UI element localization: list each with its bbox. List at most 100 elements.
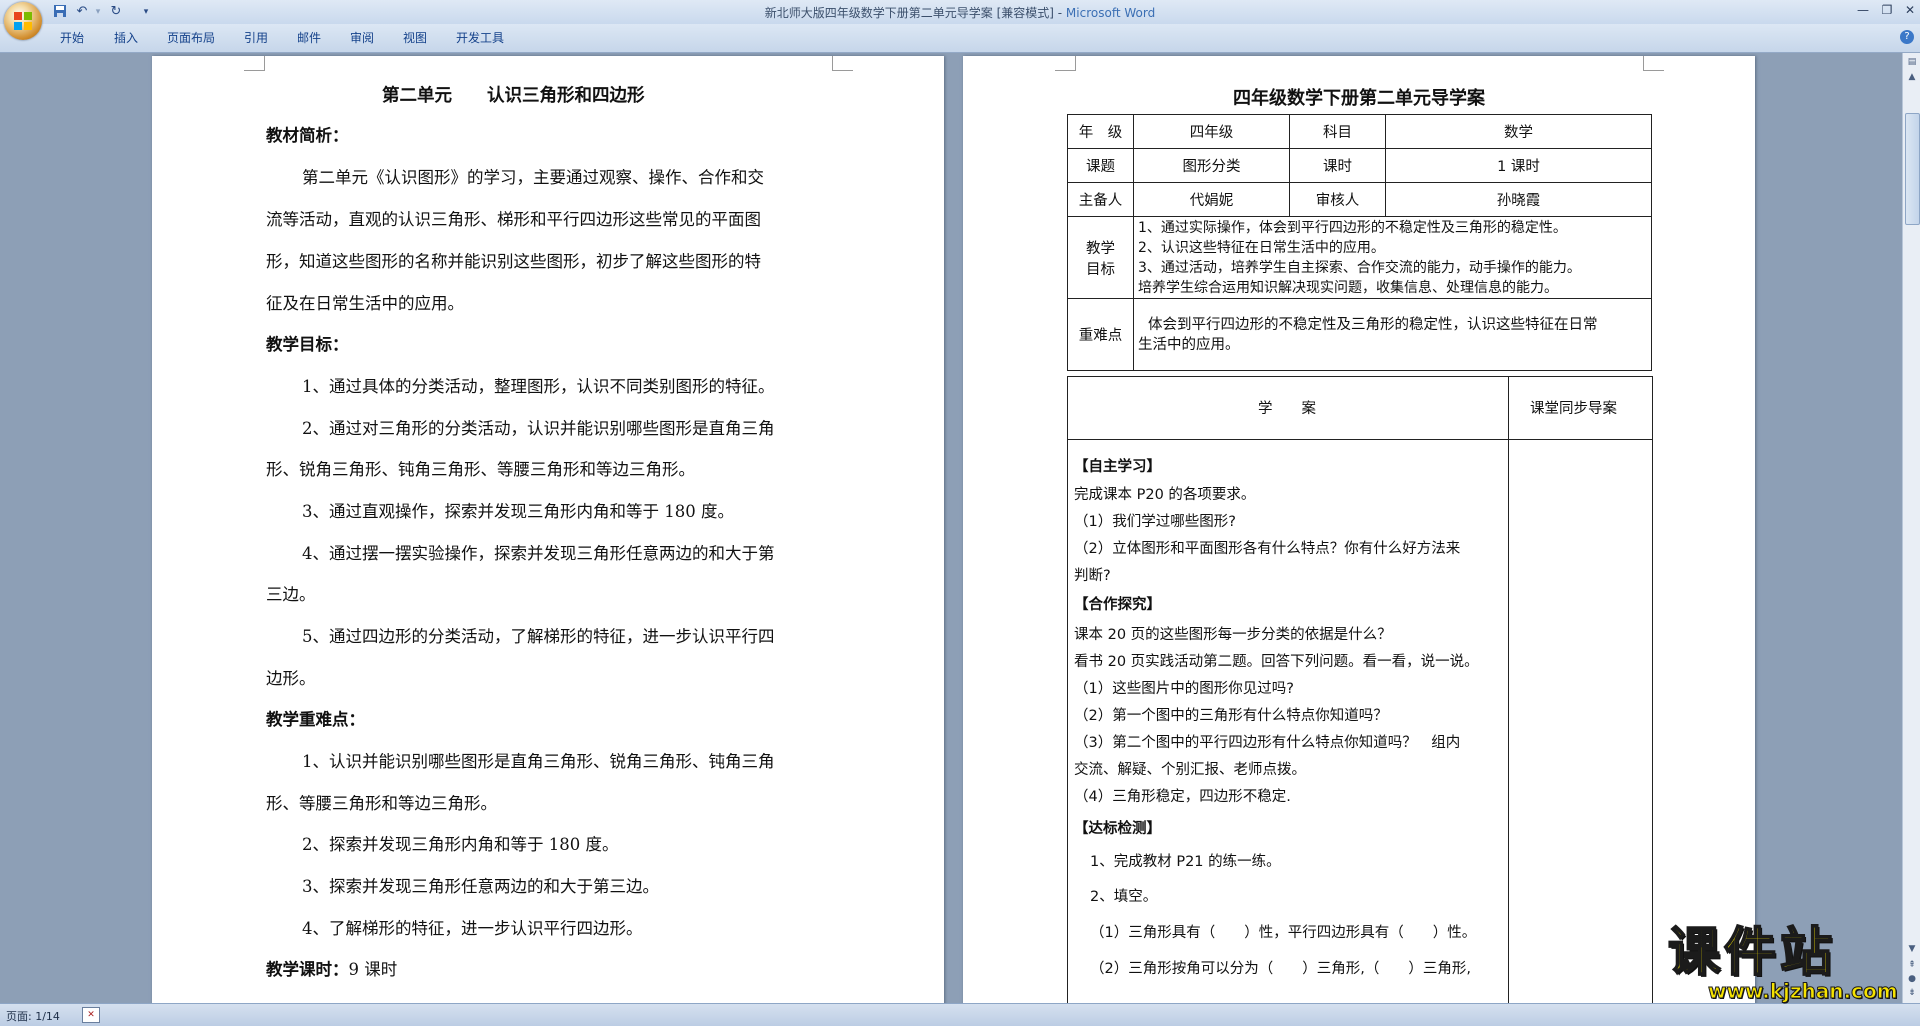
- section-heading: 教学课时：: [266, 960, 349, 979]
- goal-line: 三边。: [266, 585, 316, 604]
- close-button[interactable]: ✕: [1899, 2, 1920, 18]
- guide-table: 学 案 课堂同步导案 【自主学习】 完成课本 P20 的各项要求。 （1）我们学…: [1067, 376, 1653, 1003]
- office-logo-icon: [14, 12, 32, 30]
- guide-line: （1）这些图片中的图形你见过吗?: [1074, 681, 1294, 697]
- goals-label: 目标: [1086, 261, 1115, 278]
- table-row: 主备人 代娟妮 审核人 孙晓霞: [1067, 182, 1652, 217]
- goals-cell: 1、通过实际操作，体会到平行四边形的不稳定性及三角形的稳定性。 2、认识这些特征…: [1133, 216, 1652, 299]
- tab-insert[interactable]: 插入: [114, 29, 138, 46]
- office-button[interactable]: [4, 2, 42, 40]
- table-row: 课题 图形分类 课时 1 课时: [1067, 148, 1652, 183]
- hours-line: 教学课时：9 课时: [266, 956, 397, 980]
- guide-line: （3）第二个图中的平行四边形有什么特点你知道吗？ 组内: [1074, 735, 1461, 751]
- tab-mailings[interactable]: 邮件: [297, 29, 321, 46]
- guide-line: （2）第一个图中的三角形有什么特点你知道吗？: [1074, 708, 1388, 724]
- app-name: Microsoft Word: [1065, 6, 1156, 20]
- section-heading: 【达标检测】: [1074, 821, 1161, 837]
- table-cell: 图形分类: [1133, 148, 1290, 183]
- paragraph-line: 形，知道这些图形的名称并能识别这些图形，初步了解这些图形的特: [266, 252, 761, 271]
- goal-item: 2、认识这些特征在日常生活中的应用。: [1138, 239, 1385, 256]
- key-points-cell: 体会到平行四边形的不稳定性及三角形的稳定性，认识这些特征在日常 生活中的应用。: [1133, 298, 1652, 371]
- key-text: 体会到平行四边形的不稳定性及三角形的稳定性，认识这些特征在日常: [1148, 316, 1598, 333]
- goal-line: 5、通过四边形的分类活动，了解梯形的特征，进一步认识平行四: [302, 627, 775, 646]
- table-cell: 代娟妮: [1133, 182, 1290, 217]
- table-row: 年 级 四年级 科目 数学: [1067, 114, 1652, 149]
- guide-line: 交流、解疑、个别汇报、老师点拨。: [1074, 762, 1306, 778]
- table-cell: 数学: [1385, 114, 1652, 149]
- page-title: 四年级数学下册第二单元导学案: [1233, 88, 1485, 109]
- vertical-scrollbar[interactable]: ▤ ▲ ▼ ⇞ ● ⇟: [1902, 53, 1920, 1003]
- scrollbar-thumb[interactable]: [1905, 113, 1920, 225]
- maximize-button[interactable]: ❐: [1876, 2, 1898, 18]
- ribbon-tabs: 开始 插入 页面布局 引用 邮件 审阅 视图 开发工具 ?: [0, 24, 1920, 53]
- watermark-url: www.kjzhan.com: [1708, 979, 1899, 1004]
- guide-line: （1）三角形具有（ ）性，平行四边形具有（ ）性。: [1090, 925, 1477, 941]
- document-workspace[interactable]: 第二单元 认识三角形和四边形 教材简析： 第二单元《认识图形》的学习，主要通过观…: [0, 53, 1902, 1003]
- guide-line: 判断?: [1074, 568, 1111, 584]
- tab-references[interactable]: 引用: [244, 29, 268, 46]
- goal-item: 3、通过活动，培养学生自主探索、合作交流的能力，动手操作的能力。: [1138, 259, 1581, 276]
- section-heading: 【自主学习】: [1074, 459, 1161, 475]
- table-cell: 孙晓霞: [1385, 182, 1652, 217]
- goal-item: 1、通过实际操作，体会到平行四边形的不稳定性及三角形的稳定性。: [1138, 219, 1567, 236]
- guide-line: 课本 20 页的这些图形每一步分类的依据是什么？: [1074, 627, 1392, 643]
- table-cell: 教学 目标: [1067, 216, 1134, 299]
- table-cell: 四年级: [1133, 114, 1290, 149]
- guide-line: 2、填空。: [1090, 889, 1158, 905]
- crop-mark: [832, 56, 853, 71]
- watermark-text: 课件站: [1667, 923, 1837, 983]
- goal-line: 1、通过具体的分类活动，整理图形，认识不同类别图形的特征。: [302, 377, 775, 396]
- key-point-line: 1、认识并能识别哪些图形是直角三角形、锐角三角形、钝角三角: [302, 752, 775, 771]
- crop-mark: [1055, 56, 1076, 71]
- watermark-logo: 课件站 www.kjzhan.com: [1667, 923, 1908, 1007]
- key-point-line: 4、了解梯形的特征，进一步认识平行四边形。: [302, 919, 643, 938]
- goals-label: 教学: [1086, 240, 1115, 257]
- goal-item: 培养学生综合运用知识解决现实问题，收集信息、处理信息的能力。: [1138, 279, 1558, 296]
- key-point-line: 3、探索并发现三角形任意两边的和大于第三边。: [302, 877, 659, 896]
- section-heading: 教学目标：: [266, 335, 349, 354]
- section-heading: 【合作探究】: [1074, 597, 1161, 613]
- paragraph-line: 征及在日常生活中的应用。: [266, 294, 464, 313]
- guide-line: 1、完成教材 P21 的练一练。: [1090, 854, 1281, 870]
- guide-line: 看书 20 页实践活动第二题。回答下列问题。看一看，说一说。: [1074, 654, 1479, 670]
- section-heading: 教学重难点：: [266, 710, 365, 729]
- minimize-button[interactable]: —: [1852, 2, 1874, 18]
- table-cell: 年 级: [1067, 114, 1134, 149]
- table-cell: 科目: [1289, 114, 1386, 149]
- tab-page-layout[interactable]: 页面布局: [167, 29, 215, 46]
- key-point-line: 2、探索并发现三角形内角和等于 180 度。: [302, 835, 619, 854]
- guide-line: （4）三角形稳定，四边形不稳定.: [1074, 789, 1291, 805]
- page-indicator[interactable]: 页面: 1/14: [6, 1008, 60, 1024]
- guide-line: 完成课本 P20 的各项要求。: [1074, 487, 1256, 503]
- goal-line: 3、通过直观操作，探索并发现三角形内角和等于 180 度。: [302, 502, 734, 521]
- table-cell: 审核人: [1289, 182, 1386, 217]
- goal-line: 形、锐角三角形、钝角三角形、等腰三角形和等边三角形。: [266, 460, 695, 479]
- goal-line: 2、通过对三角形的分类活动，认识并能识别哪些图形是直角三角: [302, 419, 775, 438]
- window-title: 新北师大版四年级数学下册第二单元导学案 [兼容模式] - Microsoft W…: [0, 4, 1920, 21]
- tab-home[interactable]: 开始: [60, 29, 84, 46]
- table-cell: 课时: [1289, 148, 1386, 183]
- crop-mark: [1643, 56, 1664, 71]
- scroll-up-icon[interactable]: ▲: [1906, 71, 1918, 83]
- help-icon[interactable]: ?: [1900, 30, 1914, 44]
- page-1[interactable]: 第二单元 认识三角形和四边形 教材简析： 第二单元《认识图形》的学习，主要通过观…: [152, 56, 944, 1003]
- ruler-toggle-icon[interactable]: ▤: [1906, 56, 1918, 68]
- goal-line: 边形。: [266, 669, 316, 688]
- section-heading: 教材简析：: [266, 126, 349, 145]
- document-title: 新北师大版四年级数学下册第二单元导学案 [兼容模式] -: [764, 6, 1066, 20]
- title-bar: ↶ ▾ ↻ ▾ 新北师大版四年级数学下册第二单元导学案 [兼容模式] - Mic…: [0, 0, 1920, 40]
- table-cell: 重难点: [1067, 298, 1134, 371]
- page-title: 第二单元 认识三角形和四边形: [382, 86, 645, 106]
- hours-value: 9 课时: [348, 960, 398, 979]
- tab-view[interactable]: 视图: [403, 29, 427, 46]
- key-text: 生活中的应用。: [1138, 336, 1240, 353]
- key-point-line: 形、等腰三角形和等边三角形。: [266, 794, 497, 813]
- tab-review[interactable]: 审阅: [350, 29, 374, 46]
- goal-line: 4、通过摆一摆实验操作，探索并发现三角形任意两边的和大于第: [302, 544, 775, 563]
- page-2[interactable]: 四年级数学下册第二单元导学案 年 级 四年级 科目 数学 课题 图形分类 课时 …: [963, 56, 1755, 1003]
- status-bar: 页面: 1/14 ✕: [0, 1003, 1920, 1026]
- column-header-plan: 学 案: [1258, 401, 1316, 417]
- guide-line: （1）我们学过哪些图形?: [1074, 514, 1236, 530]
- proofing-icon[interactable]: ✕: [82, 1007, 100, 1023]
- tab-developer[interactable]: 开发工具: [456, 29, 504, 46]
